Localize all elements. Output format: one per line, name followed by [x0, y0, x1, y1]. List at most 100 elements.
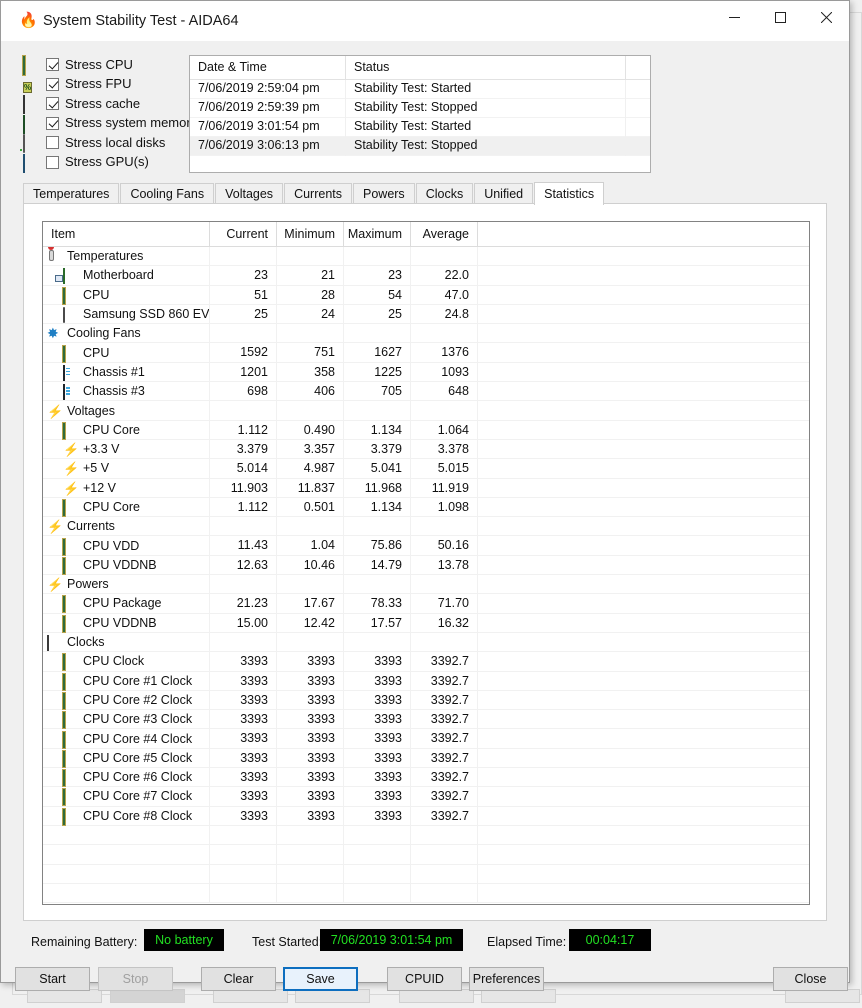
- stats-row[interactable]: CPU Core #8 Clock 3393 3393 3393 3392.7: [43, 806, 809, 826]
- stress-disks-checkbox[interactable]: [46, 136, 59, 150]
- stats-row-average: 13.78: [411, 555, 478, 576]
- log-row[interactable]: 7/06/2019 2:59:39 pm Stability Test: Stop…: [190, 99, 650, 118]
- title-bar[interactable]: 🔥 System Stability Test - AIDA64: [1, 1, 849, 41]
- stats-row[interactable]: Motherboard 23 21 23 22.0: [43, 266, 809, 286]
- close-button[interactable]: Close: [773, 967, 848, 991]
- stress-cache-checkbox[interactable]: [46, 97, 59, 111]
- stats-row[interactable]: Samsung SSD 860 EV... 25 24 25 24.8: [43, 304, 809, 325]
- stats-column-maximum[interactable]: Maximum: [344, 222, 411, 247]
- statistics-table[interactable]: Item Current Minimum Maximum Average Tem…: [42, 221, 810, 905]
- stats-group-row[interactable]: ⚡ Powers: [43, 575, 809, 595]
- stats-row-filler: [478, 459, 809, 478]
- stats-row-maximum: [344, 632, 411, 653]
- stress-option-memory[interactable]: Stress system memory: [23, 114, 197, 134]
- stats-row-label: CPU VDDNB: [83, 557, 157, 572]
- stats-row-current: 3393: [210, 671, 277, 691]
- stats-row-current: 3393: [210, 748, 277, 769]
- stats-row[interactable]: CPU Core #7 Clock 3393 3393 3393 3392.7: [43, 787, 809, 807]
- cpuid-button[interactable]: CPUID: [387, 967, 462, 991]
- stress-gpu-checkbox[interactable]: [46, 155, 59, 169]
- tab-powers[interactable]: Powers: [353, 183, 415, 204]
- tab-clocks[interactable]: Clocks: [415, 183, 474, 204]
- event-log-list[interactable]: Date & Time Status 7/06/2019 2:59:04 pm S…: [189, 55, 651, 173]
- stats-row[interactable]: CPU Core #4 Clock 3393 3393 3393 3392.7: [43, 729, 809, 749]
- stress-option-gpu[interactable]: Stress GPU(s): [23, 153, 188, 173]
- stress-option-cache[interactable]: Stress cache: [23, 94, 188, 115]
- stats-row[interactable]: CPU Core #1 Clock 3393 3393 3393 3392.7: [43, 671, 809, 691]
- tab-unified[interactable]: Unified: [474, 183, 534, 204]
- stats-group-row[interactable]: Temperatures: [43, 247, 809, 267]
- preferences-button[interactable]: Preferences: [469, 967, 544, 991]
- save-button[interactable]: Save: [283, 967, 358, 991]
- stats-row[interactable]: CPU Core #6 Clock 3393 3393 3393 3392.7: [43, 768, 809, 788]
- stress-option-disks[interactable]: Stress local disks: [23, 133, 188, 154]
- stats-group-row[interactable]: ⚡ Currents: [43, 517, 809, 537]
- stress-memory-checkbox[interactable]: [46, 116, 59, 130]
- stats-row[interactable]: CPU VDDNB 12.63 10.46 14.79 13.78: [43, 555, 809, 576]
- stress-option-cpu[interactable]: Stress CPU: [23, 55, 188, 76]
- stats-group-row[interactable]: ⚡ Voltages: [43, 401, 809, 421]
- stats-row-label: CPU Core #1 Clock: [83, 673, 193, 688]
- log-row[interactable]: 7/06/2019 3:01:54 pm Stability Test: Star…: [190, 118, 650, 137]
- stress-fpu-checkbox[interactable]: [46, 77, 59, 91]
- stats-row[interactable]: CPU Clock 3393 3393 3393 3392.7: [43, 652, 809, 672]
- stats-row-label: CPU Core: [83, 500, 140, 514]
- stress-cpu-label: Stress CPU: [65, 56, 133, 72]
- log-row[interactable]: 7/06/2019 3:06:13 pm Stability Test: Stop…: [190, 137, 650, 156]
- stats-row-label: Powers: [67, 577, 109, 592]
- stats-group-row[interactable]: Clocks: [43, 632, 809, 653]
- stats-row-average: [411, 575, 478, 595]
- tab-currents[interactable]: Currents: [284, 183, 352, 204]
- stats-row[interactable]: CPU Package 21.23 17.67 78.33 71.70: [43, 594, 809, 614]
- stats-row-minimum: 28: [277, 285, 344, 305]
- stress-option-fpu[interactable]: % Stress FPU: [23, 75, 188, 95]
- stats-row[interactable]: CPU Core #2 Clock 3393 3393 3393 3392.7: [43, 690, 809, 711]
- stats-column-average[interactable]: Average: [411, 222, 478, 247]
- tab-voltages[interactable]: Voltages: [215, 183, 284, 204]
- close-icon[interactable]: [803, 1, 849, 33]
- stats-row-maximum: 1.134: [344, 497, 411, 518]
- remaining-battery-value: No battery: [144, 929, 224, 951]
- tab-temperatures[interactable]: Temperatures: [23, 183, 120, 204]
- stats-row-item: Clocks: [43, 632, 210, 653]
- log-row[interactable]: 7/06/2019 2:59:04 pm Stability Test: Star…: [190, 80, 650, 99]
- stats-row[interactable]: ⚡ +12 V 11.903 11.837 11.968 11.919: [43, 478, 809, 498]
- stats-row[interactable]: Chassis #1 1201 358 1225 1093: [43, 362, 809, 383]
- clear-button[interactable]: Clear: [201, 967, 276, 991]
- maximize-button[interactable]: [757, 1, 803, 33]
- stats-row[interactable]: CPU VDDNB 15.00 12.42 17.57 16.32: [43, 613, 809, 633]
- stress-cpu-checkbox[interactable]: [46, 58, 59, 72]
- stats-row[interactable]: CPU VDD 11.43 1.04 75.86 50.16: [43, 536, 809, 556]
- minimize-button[interactable]: [711, 1, 757, 33]
- stats-row[interactable]: ⚡ +3.3 V 3.379 3.357 3.379 3.378: [43, 439, 809, 460]
- stats-column-item[interactable]: Item: [43, 222, 210, 247]
- log-row-datetime: 7/06/2019 2:59:39 pm: [190, 99, 346, 118]
- stats-row-average: 1.098: [411, 497, 478, 518]
- remaining-battery-label: Remaining Battery:: [31, 935, 138, 949]
- stats-row[interactable]: CPU Core 1.112 0.490 1.134 1.064: [43, 420, 809, 440]
- stats-row-label: Chassis #3: [83, 384, 145, 399]
- cpu-chip-icon: [63, 692, 78, 709]
- stats-row[interactable]: CPU 1592 751 1627 1376: [43, 343, 809, 363]
- event-log-rows: 7/06/2019 2:59:04 pm Stability Test: Star…: [190, 80, 650, 156]
- tab-cooling-fans[interactable]: Cooling Fans: [120, 183, 215, 204]
- stats-row-item: [43, 883, 210, 904]
- stats-row-maximum: 3393: [344, 748, 411, 769]
- stats-row[interactable]: CPU Core #3 Clock 3393 3393 3393 3392.7: [43, 710, 809, 730]
- stats-column-current[interactable]: Current: [210, 222, 277, 247]
- stats-row[interactable]: CPU Core 1.112 0.501 1.134 1.098: [43, 497, 809, 518]
- stats-row[interactable]: CPU 51 28 54 47.0: [43, 285, 809, 305]
- tab-statistics[interactable]: Statistics: [534, 182, 605, 205]
- stats-row: [43, 845, 809, 865]
- log-column-status[interactable]: Status: [346, 56, 626, 80]
- log-column-datetime[interactable]: Date & Time: [190, 56, 346, 80]
- start-button[interactable]: Start: [15, 967, 90, 991]
- stats-row[interactable]: Chassis #3 698 406 705 648: [43, 382, 809, 402]
- stats-row-minimum: [277, 247, 344, 267]
- stats-row[interactable]: ⚡ +5 V 5.014 4.987 5.041 5.015: [43, 459, 809, 479]
- stats-column-minimum[interactable]: Minimum: [277, 222, 344, 247]
- stats-group-row[interactable]: ✸ Cooling Fans: [43, 324, 809, 344]
- stats-row[interactable]: CPU Core #5 Clock 3393 3393 3393 3392.7: [43, 748, 809, 769]
- log-row-filler: [626, 99, 650, 118]
- stats-row-minimum: 3393: [277, 710, 344, 730]
